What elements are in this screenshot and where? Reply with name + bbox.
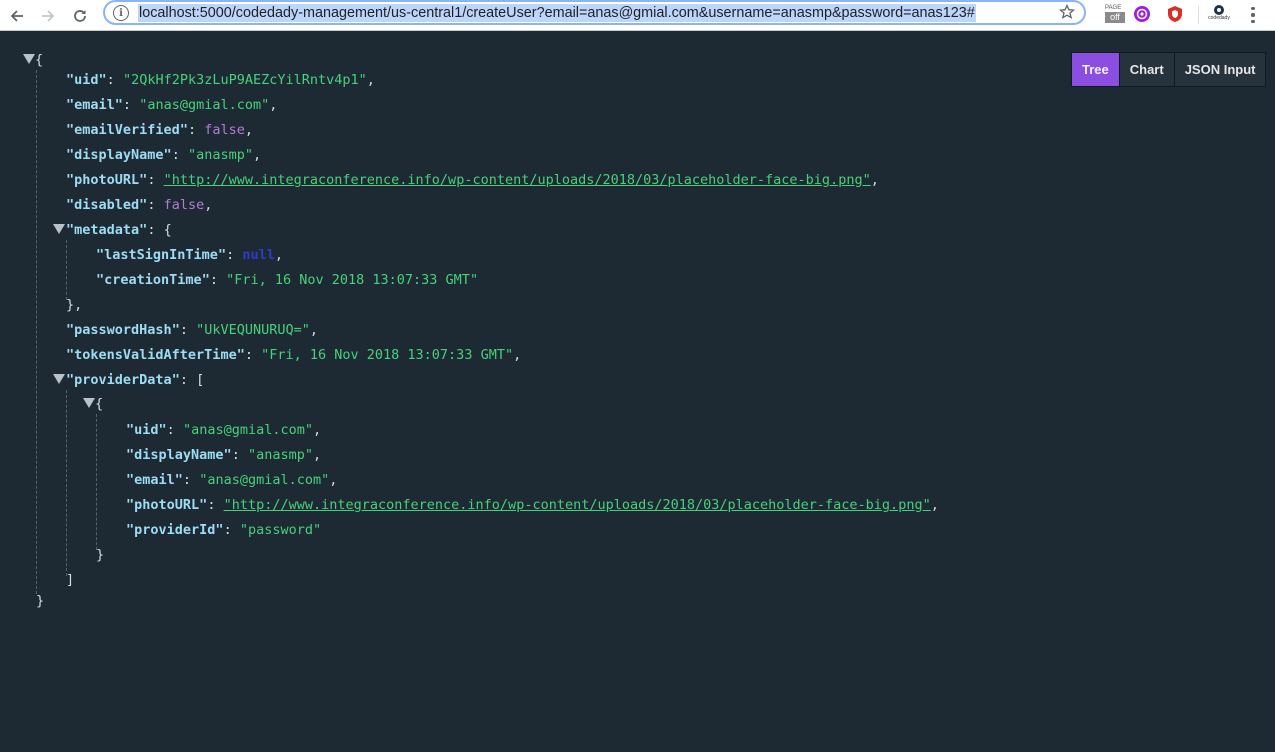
indent-guide (66, 390, 67, 576)
json-key: displayName (134, 447, 224, 463)
json-key: photoURL (134, 497, 200, 513)
json-line-emailverified: "emailVerified": false, (66, 122, 253, 138)
json-string-value: 2QkHf2Pk3zLuP9AEZcYilRntv4p1 (131, 72, 359, 88)
shield-extension-icon[interactable] (1164, 3, 1186, 25)
json-line-photourl: "photoURL": "http://www.integraconferenc… (66, 172, 879, 188)
star-icon[interactable] (1058, 3, 1076, 25)
json-url-text[interactable]: http://www.integraconference.info/wp-con… (232, 497, 923, 513)
json-url-link[interactable]: "http://www.integraconference.info/wp-co… (224, 497, 931, 513)
json-key: uid (134, 422, 159, 438)
collapse-toggle-icon[interactable] (23, 54, 35, 64)
json-string-value: anasmp (196, 147, 245, 163)
json-key: emailVerified (74, 122, 180, 138)
json-key: metadata (74, 222, 140, 238)
json-line-creationtime: "creationTime": "Fri, 16 Nov 2018 13:07:… (96, 272, 479, 288)
json-line-providerdata: "providerData": [ (66, 372, 205, 388)
json-line-metadata: "metadata": { (66, 222, 172, 238)
brace: } (36, 593, 45, 609)
json-line-provider-providerid: "providerId": "password" (126, 522, 322, 538)
json-line-uid: "uid": "2QkHf2Pk3zLuP9AEZcYilRntv4p1", (66, 72, 375, 88)
json-key: passwordHash (74, 322, 172, 338)
page-off-extension-icon[interactable]: PAGE off (1103, 3, 1125, 25)
brace: { (35, 52, 44, 68)
json-key: email (74, 97, 115, 113)
json-line-metadata-close: }, (66, 297, 83, 313)
json-string-value: anas@gmial.com (191, 422, 305, 438)
json-key: providerData (74, 372, 172, 388)
json-line-provider-close: } (96, 547, 105, 563)
json-line-provider-uid: "uid": "anas@gmial.com", (126, 422, 322, 438)
json-key: photoURL (74, 172, 140, 188)
tab-chart[interactable]: Chart (1120, 53, 1175, 86)
json-line-email: "email": "anas@gmial.com", (66, 97, 278, 113)
indent-guide (96, 414, 97, 550)
json-key: tokensValidAfterTime (74, 347, 237, 363)
json-key: providerId (134, 522, 216, 538)
view-tabs: Tree Chart JSON Input (1071, 52, 1267, 87)
json-boolean-value: false (204, 122, 245, 138)
json-boolean-value: false (163, 197, 205, 213)
extension-caption: PAGE (1105, 5, 1122, 11)
json-key: lastSignInTime (104, 247, 218, 263)
json-line-root-close: } (36, 591, 44, 611)
collapse-toggle-icon[interactable] (83, 398, 95, 408)
tab-tree[interactable]: Tree (1072, 53, 1120, 86)
json-line-providerdata-close: ] (66, 572, 75, 588)
json-line-disabled: "disabled": false, (66, 197, 213, 213)
json-key: creationTime (104, 272, 202, 288)
codedady-extension-icon[interactable]: codedady (1208, 3, 1230, 25)
json-string-value: anas@gmial.com (207, 472, 322, 488)
json-key: email (134, 472, 175, 488)
collapse-toggle-icon[interactable] (53, 224, 65, 234)
toolbar-divider (1198, 6, 1199, 24)
json-key: displayName (74, 147, 164, 163)
purple-extension-icon[interactable] (1131, 3, 1153, 25)
json-null-value: null (242, 247, 275, 263)
collapse-toggle-icon[interactable] (53, 374, 65, 384)
json-string-value: UkVEQUNURUQ= (204, 322, 302, 338)
tab-json-input[interactable]: JSON Input (1175, 53, 1266, 86)
json-line-provider-email: "email": "anas@gmial.com", (126, 472, 338, 488)
json-key: uid (74, 72, 99, 88)
json-line-tokensvalidaftertime: "tokensValidAfterTime": "Fri, 16 Nov 201… (66, 347, 522, 363)
json-key: disabled (74, 197, 140, 213)
extension-caption: codedady (1208, 15, 1230, 21)
json-line-provider-photourl: "photoURL": "http://www.integraconferenc… (126, 497, 939, 513)
json-url-text[interactable]: http://www.integraconference.info/wp-con… (172, 172, 863, 188)
json-line-lastsignintime: "lastSignInTime": null, (96, 247, 283, 263)
json-string-value: anasmp (256, 447, 305, 463)
json-url-link[interactable]: "http://www.integraconference.info/wp-co… (164, 172, 871, 188)
json-string-value: Fri, 16 Nov 2018 13:07:33 GMT (269, 347, 505, 363)
json-string-value: anas@gmial.com (147, 97, 262, 113)
indent-guide (66, 240, 67, 300)
kebab-menu-icon[interactable] (1243, 4, 1263, 26)
json-string-value: password (247, 522, 313, 538)
json-line-provider-displayname: "displayName": "anasmp", (126, 447, 322, 463)
json-string-value: Fri, 16 Nov 2018 13:07:33 GMT (234, 272, 470, 288)
indent-guide (36, 70, 37, 594)
off-badge: off (1105, 12, 1125, 23)
json-tree: { "uid": "2QkHf2Pk3zLuP9AEZcYilRntv4p1",… (0, 0, 1060, 752)
json-line-provider-open: { (95, 396, 104, 412)
json-line-displayname: "displayName": "anasmp", (66, 147, 262, 163)
json-line-root-open: { (35, 50, 43, 70)
json-line-passwordhash: "passwordHash": "UkVEQUNURUQ=", (66, 322, 319, 338)
